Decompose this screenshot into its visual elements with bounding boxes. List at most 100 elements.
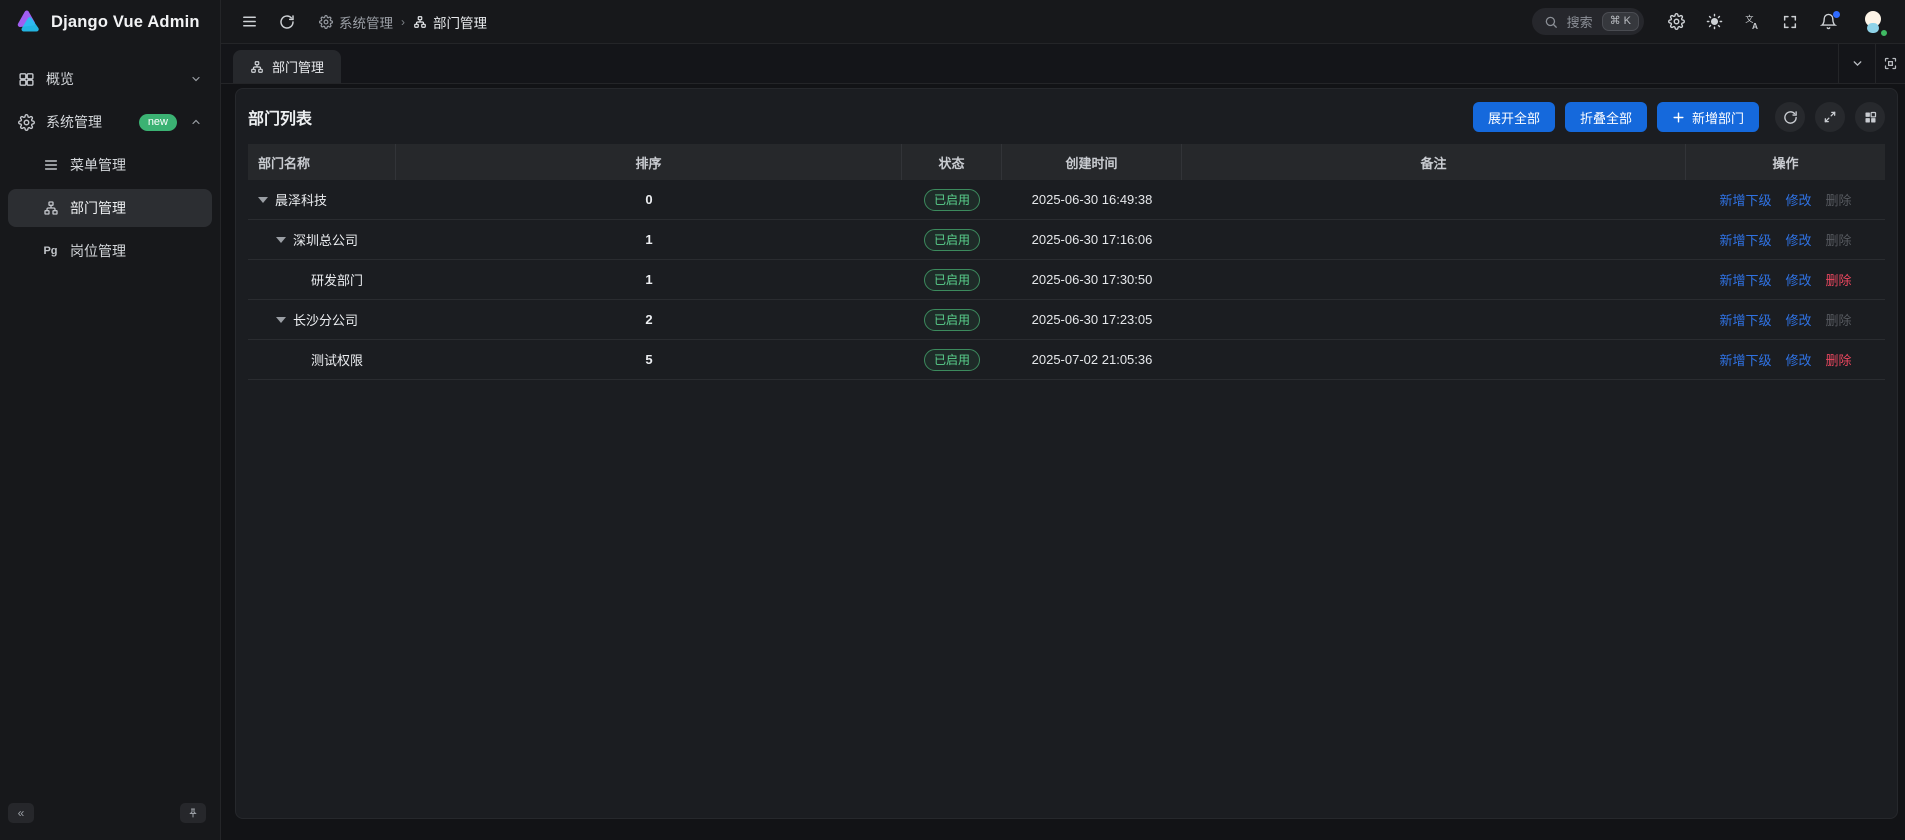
card-actions: 展开全部 折叠全部 新增部门 xyxy=(1473,102,1885,132)
expand-all-button[interactable]: 展开全部 xyxy=(1473,102,1555,132)
sidebar-item-menu-management[interactable]: 菜单管理 xyxy=(8,146,212,184)
add-child-link[interactable]: 新增下级 xyxy=(1719,230,1771,249)
topbar: 系统管理 › 部门管理 搜索 ⌘ K xyxy=(221,0,1905,44)
translate-icon: 文 A xyxy=(1743,13,1761,31)
refresh-icon xyxy=(1783,110,1798,125)
column-header-remark[interactable]: 备注 xyxy=(1182,144,1686,180)
online-status-dot xyxy=(1879,28,1889,38)
breadcrumb: 系统管理 › 部门管理 xyxy=(319,12,487,32)
dept-name: 晨泽科技 xyxy=(275,190,327,209)
global-search[interactable]: 搜索 ⌘ K xyxy=(1532,8,1644,35)
delete-link[interactable]: 删除 xyxy=(1826,350,1852,369)
edit-link[interactable]: 修改 xyxy=(1785,270,1811,289)
add-child-link[interactable]: 新增下级 xyxy=(1719,310,1771,329)
menu-list-icon xyxy=(42,157,59,174)
edit-link[interactable]: 修改 xyxy=(1785,190,1811,209)
grid-settings-icon xyxy=(1863,110,1878,125)
language-button[interactable]: 文 A xyxy=(1738,8,1766,36)
table-refresh-button[interactable] xyxy=(1775,102,1805,132)
edit-link[interactable]: 修改 xyxy=(1785,350,1811,369)
table-row: 长沙分公司 2 已启用 2025-06-30 17:23:05 新增下级 修改 … xyxy=(248,300,1885,340)
chevron-down-icon xyxy=(190,73,202,85)
sidebar-footer: « xyxy=(0,796,220,840)
org-chart-icon xyxy=(42,200,59,217)
sidebar: Django Vue Admin 概览 系统管理 new xyxy=(0,0,221,840)
sidebar-toggle-button[interactable] xyxy=(235,8,263,36)
theme-toggle-button[interactable] xyxy=(1700,8,1728,36)
column-header-ops[interactable]: 操作 xyxy=(1686,144,1885,180)
button-label: 新增部门 xyxy=(1692,108,1744,127)
collapse-caret-icon[interactable] xyxy=(276,317,286,323)
tab-list-dropdown-button[interactable] xyxy=(1838,44,1875,83)
column-header-sort[interactable]: 排序 xyxy=(396,144,902,180)
plus-icon xyxy=(1672,111,1685,124)
tab-tools xyxy=(1838,44,1905,83)
add-child-link[interactable]: 新增下级 xyxy=(1719,190,1771,209)
breadcrumb-item-dept: 部门管理 xyxy=(413,12,487,32)
sidebar-item-dept-management[interactable]: 部门管理 xyxy=(8,189,212,227)
collapse-caret-icon[interactable] xyxy=(258,197,268,203)
card-header: 部门列表 展开全部 折叠全部 新增部门 xyxy=(236,89,1897,144)
table-header-row: 部门名称 排序 状态 创建时间 备注 操作 xyxy=(248,144,1885,180)
page-title: 部门列表 xyxy=(248,105,312,129)
fullscreen-button[interactable] xyxy=(1776,8,1804,36)
app-logo-icon xyxy=(14,9,41,36)
sidebar-item-system[interactable]: 系统管理 new xyxy=(8,103,212,141)
collapse-caret-icon[interactable] xyxy=(276,237,286,243)
search-shortcut: ⌘ K xyxy=(1602,12,1639,31)
fullscreen-icon xyxy=(1782,14,1798,30)
tab-dept-management[interactable]: 部门管理 xyxy=(233,50,341,83)
dept-created: 2025-06-30 17:16:06 xyxy=(1002,232,1182,247)
search-placeholder: 搜索 xyxy=(1567,12,1593,31)
notifications-button[interactable] xyxy=(1814,8,1842,36)
dept-list-card: 部门列表 展开全部 折叠全部 新增部门 xyxy=(235,88,1898,819)
dept-name: 深圳总公司 xyxy=(293,230,358,249)
dept-sort: 2 xyxy=(396,312,902,327)
notification-dot xyxy=(1833,11,1840,18)
gear-icon xyxy=(18,114,35,131)
column-header-status[interactable]: 状态 xyxy=(902,144,1002,180)
add-dept-button[interactable]: 新增部门 xyxy=(1657,102,1759,132)
table-fullscreen-button[interactable] xyxy=(1815,102,1845,132)
pg-text-icon: Pg xyxy=(42,243,59,260)
sidebar-item-post-management[interactable]: Pg 岗位管理 xyxy=(8,232,212,270)
gear-icon xyxy=(1668,13,1685,30)
tab-label: 部门管理 xyxy=(272,57,324,76)
org-chart-icon xyxy=(413,15,427,29)
button-label: 折叠全部 xyxy=(1580,108,1632,127)
delete-link[interactable]: 删除 xyxy=(1826,270,1852,289)
edit-link[interactable]: 修改 xyxy=(1785,230,1811,249)
sidebar-item-overview[interactable]: 概览 xyxy=(8,60,212,98)
breadcrumb-label: 系统管理 xyxy=(339,12,393,32)
sidebar-item-label: 概览 xyxy=(46,69,179,89)
sun-icon xyxy=(1706,13,1723,30)
edit-link[interactable]: 修改 xyxy=(1785,310,1811,329)
settings-button[interactable] xyxy=(1662,8,1690,36)
dept-sort: 5 xyxy=(396,352,902,367)
refresh-button[interactable] xyxy=(273,8,301,36)
search-icon xyxy=(1544,15,1558,29)
column-settings-button[interactable] xyxy=(1855,102,1885,132)
delete-link: 删除 xyxy=(1826,310,1852,329)
app-title: Django Vue Admin xyxy=(51,13,200,32)
sidebar-pin-button[interactable] xyxy=(180,803,206,823)
breadcrumb-item-system[interactable]: 系统管理 xyxy=(319,12,393,32)
collapse-all-button[interactable]: 折叠全部 xyxy=(1565,102,1647,132)
dept-sort: 1 xyxy=(396,232,902,247)
dept-sort: 0 xyxy=(396,192,902,207)
add-child-link[interactable]: 新增下级 xyxy=(1719,270,1771,289)
add-child-link[interactable]: 新增下级 xyxy=(1719,350,1771,369)
app-logo[interactable]: Django Vue Admin xyxy=(0,0,220,44)
user-avatar[interactable] xyxy=(1858,7,1888,37)
column-header-name[interactable]: 部门名称 xyxy=(248,144,396,180)
dept-name: 研发部门 xyxy=(311,270,363,289)
sidebar-collapse-button[interactable]: « xyxy=(8,803,34,823)
status-badge: 已启用 xyxy=(924,189,980,211)
content-maximize-button[interactable] xyxy=(1875,44,1905,83)
org-chart-icon xyxy=(250,60,264,74)
dept-created: 2025-06-30 17:23:05 xyxy=(1002,312,1182,327)
sidebar-item-label: 系统管理 xyxy=(46,112,128,132)
column-header-created[interactable]: 创建时间 xyxy=(1002,144,1182,180)
maximize-icon xyxy=(1883,56,1898,71)
content-area: 部门列表 展开全部 折叠全部 新增部门 xyxy=(221,85,1905,840)
